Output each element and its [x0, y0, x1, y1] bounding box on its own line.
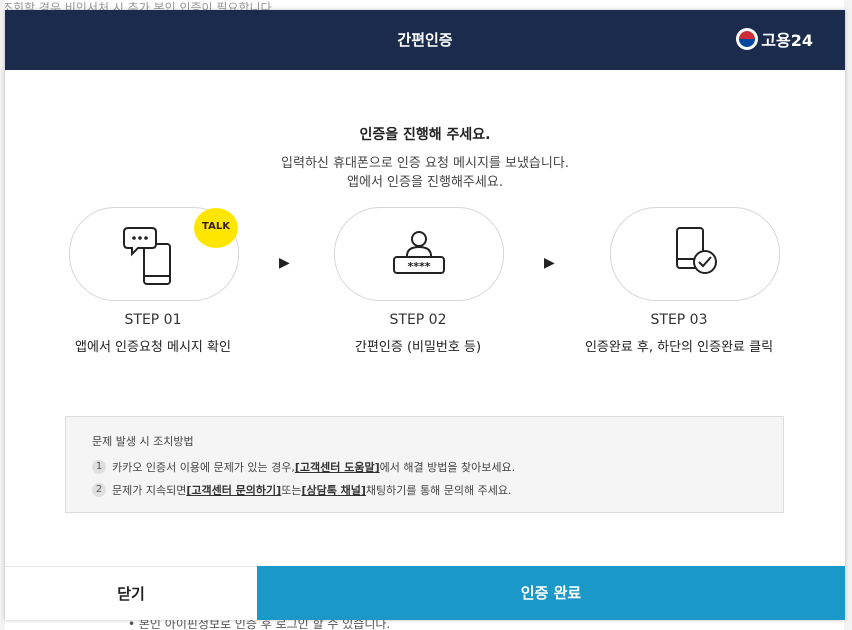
- auth-complete-button[interactable]: 인증 완료: [257, 566, 845, 620]
- password-mask: ****: [407, 260, 430, 273]
- troubleshooting-box: 문제 발생 시 조치방법 1 카카오 인증서 이용에 문제가 있는 경우, [고…: [65, 416, 784, 513]
- chat-channel-link[interactable]: [상담톡 채널]: [301, 482, 365, 498]
- step-3-illustration: [610, 207, 780, 301]
- intro-line-1: 입력하신 휴대폰으로 인증 요청 메시지를 보냈습니다.: [281, 156, 569, 171]
- brand-logo: 고용24: [736, 27, 813, 51]
- troubleshooting-item: 2 문제가 지속되면 [고객센터 문의하기] 또는 [상담톡 채널] 채팅하기를…: [92, 482, 511, 498]
- number-badge: 2: [92, 483, 106, 497]
- intro-line-2: 앱에서 인증을 진행해주세요.: [347, 175, 503, 190]
- step-3-desc: 인증완료 후, 하단의 인증완료 클릭: [584, 340, 774, 355]
- intro-lead: 인증을 진행해 주세요.: [359, 127, 491, 143]
- contact-center-link[interactable]: [고객센터 문의하기]: [186, 482, 281, 498]
- help-center-link[interactable]: [고객센터 도움말]: [295, 459, 380, 475]
- troubleshooting-title: 문제 발생 시 조치방법: [92, 435, 194, 448]
- step-2-illustration: ****: [334, 207, 504, 301]
- arrow-right-icon: ▶: [544, 255, 555, 271]
- phone-chat-icon: [123, 227, 171, 285]
- user-password-icon: ****: [393, 231, 445, 274]
- step-2-label: STEP 02: [389, 312, 447, 328]
- phone-check-icon: [676, 227, 717, 274]
- simple-auth-modal: 간편인증 고용24 인증을 진행해 주세요. 입력하신 휴대폰으로 인증 요청 …: [5, 10, 845, 620]
- modal-header: 간편인증 고용24: [5, 10, 845, 70]
- troubleshooting-item: 1 카카오 인증서 이용에 문제가 있는 경우, [고객센터 도움말] 에서 해…: [92, 459, 515, 475]
- kakao-talk-badge: TALK: [194, 208, 238, 248]
- brand-name: 고용24: [761, 31, 813, 50]
- arrow-right-icon: ▶: [279, 255, 290, 271]
- step-1-label: STEP 01: [124, 312, 182, 328]
- background-page-edge-right: [844, 0, 852, 630]
- step-1-desc: 앱에서 인증요청 메시지 확인: [75, 340, 231, 355]
- number-badge: 1: [92, 460, 106, 474]
- step-2-desc: 간편인증 (비밀번호 등): [354, 340, 482, 355]
- step-3-label: STEP 03: [650, 312, 708, 328]
- modal-title: 간편인증: [397, 31, 453, 49]
- taegeuk-icon: [736, 28, 759, 50]
- close-button[interactable]: 닫기: [5, 566, 257, 620]
